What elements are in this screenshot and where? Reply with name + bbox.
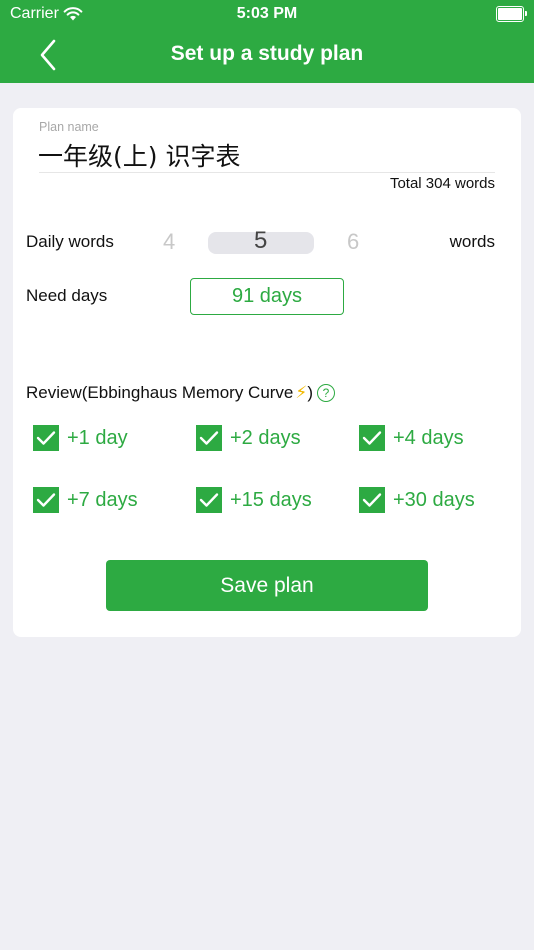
review-option-label: +1 day [67, 426, 128, 449]
review-title: Review(Ebbinghaus Memory Curve ⚡ ) ? [26, 383, 335, 403]
review-option-30-days[interactable]: +30 days [359, 487, 475, 513]
checkbox-checked[interactable] [196, 425, 222, 451]
plan-name-input[interactable] [38, 138, 496, 172]
review-title-text: Review(Ebbinghaus Memory Curve [26, 383, 294, 402]
review-title-suffix: ) [307, 383, 313, 402]
status-time: 5:03 PM [236, 5, 298, 22]
need-days-label: Need days [26, 286, 108, 305]
review-option-label: +30 days [393, 488, 475, 511]
lightning-icon: ⚡ [295, 383, 308, 402]
help-icon[interactable]: ? [317, 384, 335, 402]
need-days-value: 91 days [190, 278, 344, 315]
picker-option[interactable]: 6 [347, 229, 359, 255]
checkmark-icon [36, 431, 56, 445]
daily-words-label: Daily words [26, 232, 114, 251]
checkmark-icon [362, 493, 382, 507]
checkbox-checked[interactable] [33, 487, 59, 513]
checkbox-checked[interactable] [359, 487, 385, 513]
picker-option-selected[interactable]: 5 [254, 227, 267, 255]
plan-form-card: Plan name Total 304 words Daily words 4 … [13, 108, 521, 637]
checkbox-checked[interactable] [359, 425, 385, 451]
plan-name-label: Plan name [39, 120, 99, 134]
total-words: Total 304 words [389, 175, 495, 192]
picker-option[interactable]: 4 [163, 229, 175, 255]
review-option-7-days[interactable]: +7 days [33, 487, 138, 513]
battery-icon [496, 6, 527, 22]
review-option-2-days[interactable]: +2 days [196, 425, 301, 451]
review-option-4-days[interactable]: +4 days [359, 425, 464, 451]
review-option-label: +4 days [393, 426, 464, 449]
daily-words-picker[interactable]: 4 5 6 [163, 226, 439, 258]
checkmark-icon [199, 431, 219, 445]
checkmark-icon [36, 493, 56, 507]
checkbox-checked[interactable] [33, 425, 59, 451]
review-option-1-day[interactable]: +1 day [33, 425, 128, 451]
navigation-bar: Carrier 5:03 PM Set up a study plan [0, 0, 534, 83]
page-title: Set up a study plan [170, 42, 364, 65]
review-option-label: +7 days [67, 488, 138, 511]
review-option-label: +15 days [230, 488, 312, 511]
checkbox-checked[interactable] [196, 487, 222, 513]
checkmark-icon [362, 431, 382, 445]
plan-name-underline [39, 172, 495, 173]
save-plan-button[interactable]: Save plan [106, 560, 428, 611]
review-option-label: +2 days [230, 426, 301, 449]
daily-words-unit: words [449, 232, 495, 251]
review-option-15-days[interactable]: +15 days [196, 487, 312, 513]
checkmark-icon [199, 493, 219, 507]
